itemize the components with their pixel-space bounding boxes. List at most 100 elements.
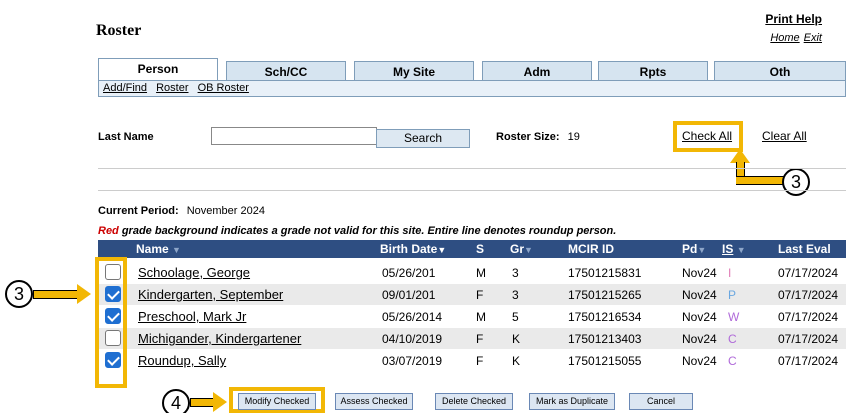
grade-note: Red grade background indicates a grade n… <box>98 225 616 237</box>
col-mcir-id[interactable]: MCIR ID <box>568 242 614 256</box>
period: Nov24 <box>682 288 717 302</box>
col-grade[interactable]: Gr▼ <box>510 242 533 256</box>
exit-link[interactable]: Exit <box>804 32 822 44</box>
col-last-eval[interactable]: Last Eval <box>778 242 831 256</box>
last-name-input[interactable] <box>211 127 377 145</box>
sort-arrow-icon: ▼ <box>697 245 707 255</box>
current-period: Current Period: November 2024 <box>98 205 265 217</box>
col-birth-date[interactable]: Birth Date▼ <box>380 242 446 256</box>
col-pd-label: Pd <box>682 242 698 256</box>
period: Nov24 <box>682 266 717 280</box>
right-arrow-icon <box>77 284 91 304</box>
tab-adm[interactable]: Adm <box>482 61 592 81</box>
is-status: C <box>728 332 737 346</box>
mcir-id: 17501215055 <box>568 354 642 368</box>
student-name-link[interactable]: Schoolage, George <box>138 265 250 280</box>
callout-4: 4 <box>162 389 190 413</box>
roster-panel: Roster Print Help Home Exit Person Sch/CC… <box>88 0 846 413</box>
last-eval: 07/17/2024 <box>778 354 839 368</box>
tab-sch-cc[interactable]: Sch/CC <box>226 61 346 81</box>
callout-3-top: 3 <box>782 168 810 196</box>
roster-size-value: 19 <box>567 131 580 143</box>
cancel-button[interactable]: Cancel <box>629 393 693 410</box>
check-all-link[interactable]: Check All <box>682 129 732 143</box>
subnav-add-find[interactable]: Add/Find <box>103 82 147 94</box>
assess-checked-button[interactable]: Assess Checked <box>335 393 413 410</box>
print-help-link[interactable]: Print Help <box>765 12 822 26</box>
search-button[interactable]: Search <box>376 129 470 148</box>
home-link[interactable]: Home <box>770 32 799 44</box>
col-birth-label: Birth Date <box>380 242 438 256</box>
grade: K <box>512 354 521 368</box>
student-name-link[interactable]: Michigander, Kindergartener <box>138 331 301 346</box>
subnav-ob-roster[interactable]: OB Roster <box>198 82 249 94</box>
note-text: grade background indicates a grade not v… <box>118 225 617 237</box>
sub-navigation: Add/Find Roster OB Roster <box>98 80 846 97</box>
table-row: Michigander, Kindergartener 04/10/2019 F K 1… <box>98 328 846 349</box>
subnav-roster[interactable]: Roster <box>156 82 188 94</box>
col-is[interactable]: IS ▼ <box>722 242 746 256</box>
student-name-link[interactable]: Preschool, Mark Jr <box>138 309 246 324</box>
table-row: Schoolage, George 05/26/201 M 3 17501215831 N… <box>98 262 846 283</box>
arrow-shaft-bottom <box>190 398 214 407</box>
mcir-id: 17501215265 <box>568 288 642 302</box>
top-links: Print Help Home Exit <box>765 12 822 44</box>
page-title: Roster <box>96 22 142 39</box>
table-row: Roundup, Sally 03/07/2019 F K 17501215055 Nov… <box>98 350 846 371</box>
is-status: C <box>728 354 737 368</box>
last-eval: 07/17/2024 <box>778 266 839 280</box>
birth-date: 09/01/201 <box>382 288 436 302</box>
callout-3-left: 3 <box>5 280 33 308</box>
mark-duplicate-button[interactable]: Mark as Duplicate <box>529 393 615 410</box>
period: Nov24 <box>682 332 717 346</box>
col-name[interactable]: Name ▼ <box>136 242 181 256</box>
clear-all-link[interactable]: Clear All <box>762 129 807 143</box>
last-name-label: Last Name <box>98 131 154 143</box>
sex: F <box>476 332 484 346</box>
tab-my-site[interactable]: My Site <box>354 61 474 81</box>
roster-size: Roster Size: 19 <box>496 131 580 143</box>
mcir-id: 17501213403 <box>568 332 642 346</box>
right-arrow-icon <box>213 392 227 412</box>
last-eval: 07/17/2024 <box>778 310 839 324</box>
divider <box>98 190 846 191</box>
is-status: I <box>728 266 732 280</box>
grade: K <box>512 332 521 346</box>
table-row: Preschool, Mark Jr 05/26/2014 M 5 1750121653… <box>98 306 846 327</box>
table-header: Name ▼ Birth Date▼ S Gr▼ MCIR ID Pd▼ IS … <box>98 240 846 258</box>
col-pd[interactable]: Pd▼ <box>682 242 706 256</box>
grade: 3 <box>512 266 519 280</box>
birth-date: 04/10/2019 <box>382 332 443 346</box>
period-value: November 2024 <box>186 205 265 217</box>
col-name-label: Name <box>136 242 169 256</box>
period: Nov24 <box>682 310 717 324</box>
note-red-word: Red <box>98 225 119 237</box>
modify-checked-button[interactable]: Modify Checked <box>238 393 316 410</box>
mcir-id: 17501215831 <box>568 266 642 280</box>
delete-checked-button[interactable]: Delete Checked <box>435 393 513 410</box>
roster-size-label: Roster Size: <box>496 131 560 143</box>
arrow-shaft-horizontal <box>736 176 784 185</box>
tab-rpts[interactable]: Rpts <box>598 61 708 81</box>
sort-arrow-icon: ▼ <box>524 245 533 255</box>
student-name-link[interactable]: Roundup, Sally <box>138 353 226 368</box>
sex: F <box>476 288 484 302</box>
tab-oth[interactable]: Oth <box>714 61 846 81</box>
col-sex[interactable]: S <box>476 242 484 256</box>
tab-person[interactable]: Person <box>98 58 218 81</box>
col-grade-label: Gr <box>510 242 525 256</box>
sex: M <box>476 310 486 324</box>
period-label: Current Period: <box>98 205 179 217</box>
grade: 3 <box>512 288 519 302</box>
grade: 5 <box>512 310 519 324</box>
birth-date: 05/26/2014 <box>382 310 443 324</box>
last-eval: 07/17/2024 <box>778 288 839 302</box>
sex: M <box>476 266 486 280</box>
sort-arrow-icon: ▼ <box>172 245 181 255</box>
sex: F <box>476 354 484 368</box>
sort-arrow-icon: ▼ <box>437 245 447 255</box>
sort-arrow-icon: ▼ <box>736 245 746 255</box>
checkbox-highlight <box>95 257 127 388</box>
is-status: P <box>728 288 737 302</box>
student-name-link[interactable]: Kindergarten, September <box>138 287 283 302</box>
